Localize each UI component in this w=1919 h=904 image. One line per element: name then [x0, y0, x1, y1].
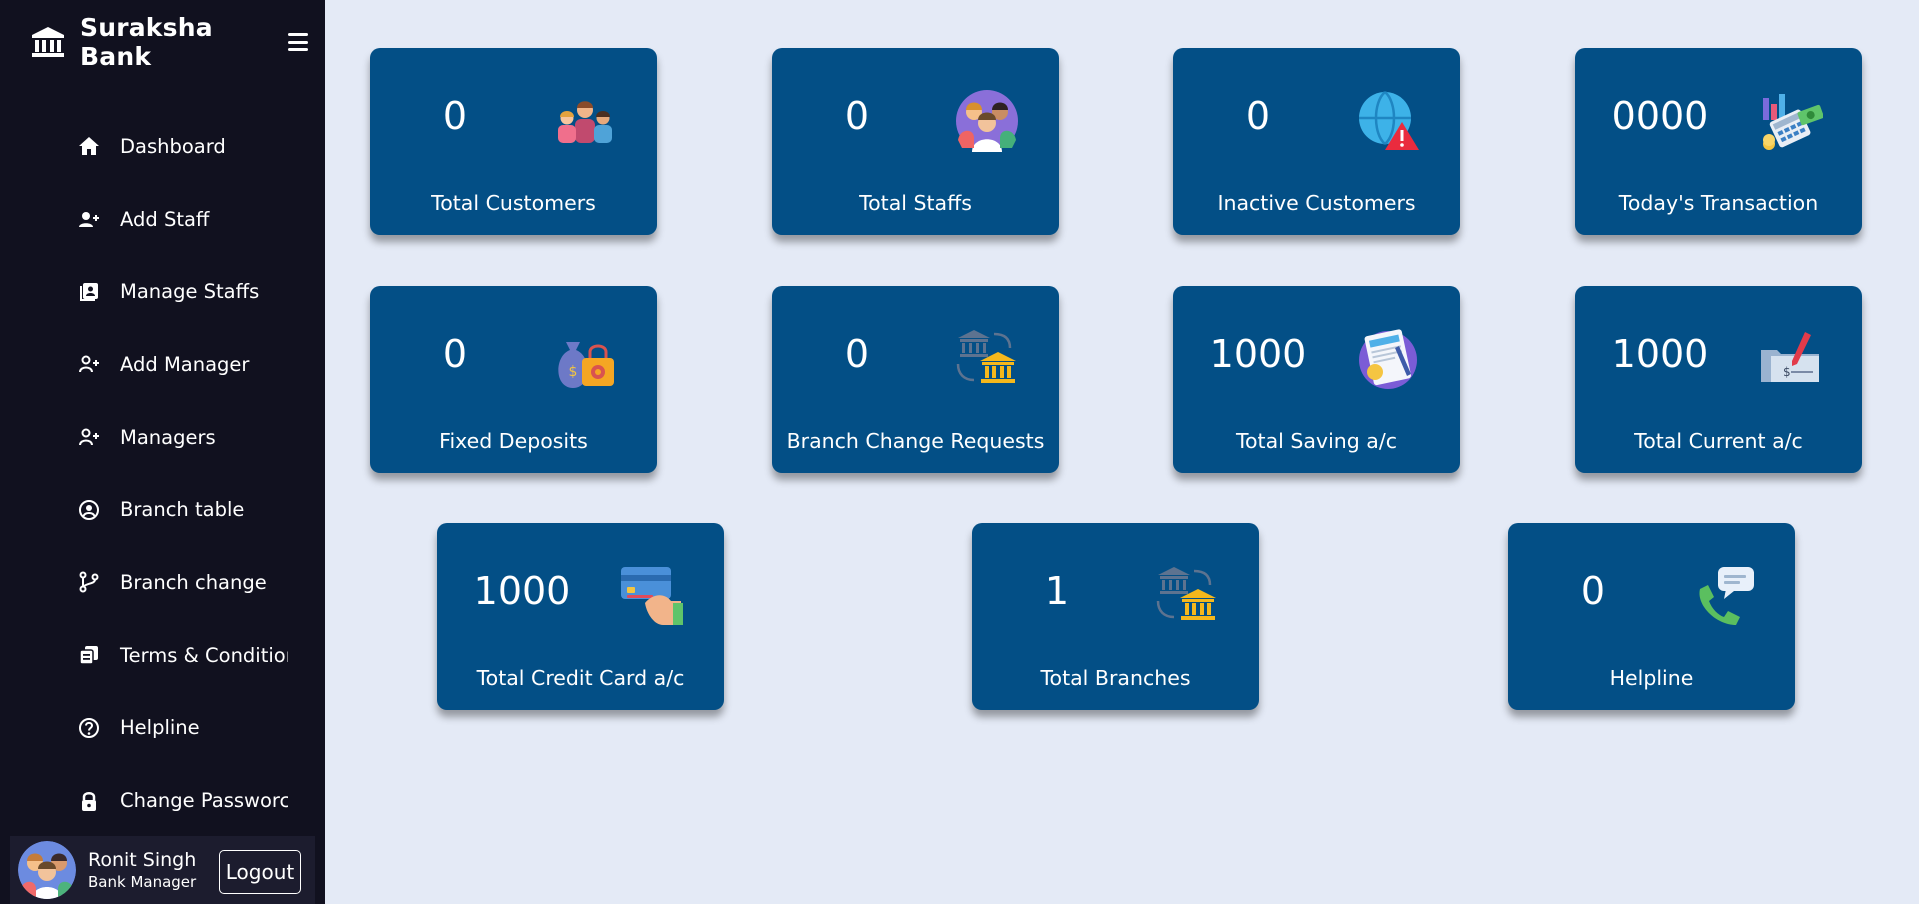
card-total-current[interactable]: 1000 $ Total Current a/c [1575, 286, 1862, 473]
card-todays-transaction[interactable]: 0000 Today's Transaction [1575, 48, 1862, 235]
card-value: 1000 [473, 569, 571, 613]
bank-transfer-icon [954, 326, 1020, 392]
sidebar-item-branch-change[interactable]: Branch change [0, 546, 288, 619]
sidebar-item-label: Add Manager [120, 352, 250, 376]
card-value: 1000 [1611, 332, 1709, 376]
card-value: 0 [1245, 94, 1271, 138]
sidebar-item-dashboard[interactable]: Dashboard [0, 110, 288, 183]
cheque-icon: $ [1757, 326, 1823, 392]
sidebar-item-label: Helpline [120, 716, 200, 740]
credit-card-hand-icon [619, 563, 685, 629]
card-fixed-deposits[interactable]: 0 $ Fixed Deposits [370, 286, 657, 473]
home-icon [78, 135, 100, 157]
svg-text:$: $ [569, 364, 578, 380]
sidebar-item-terms[interactable]: Terms & Conditior [0, 619, 288, 692]
card-label: Total Saving a/c [1235, 429, 1398, 453]
profile-text: Ronit Singh Bank Manager [88, 848, 196, 892]
svg-text:$: $ [1783, 365, 1791, 379]
card-value: 0 [442, 332, 468, 376]
hamburger-menu-icon[interactable] [286, 31, 310, 53]
sidebar-item-add-manager[interactable]: Add Manager [0, 328, 288, 401]
sidebar-item-label: Manage Staffs [120, 280, 260, 304]
sidebar-item-label: Branch change [120, 570, 267, 594]
avatar [18, 841, 76, 899]
profile-name: Ronit Singh [88, 849, 197, 871]
card-label: Total Staffs [859, 191, 972, 215]
branch-icon [78, 571, 100, 593]
card-label: Total Credit Card a/c [476, 666, 685, 690]
card-helpline[interactable]: 0 Helpline [1508, 523, 1795, 710]
card-label: Branch Change Requests [786, 429, 1045, 453]
card-value: 1 [1044, 569, 1070, 613]
card-value: 0 [442, 94, 468, 138]
brand-name: Suraksha Bank [80, 13, 213, 71]
sidebar-item-managers[interactable]: Managers [0, 401, 288, 474]
globe-warning-icon [1355, 88, 1421, 154]
card-label: Total Branches [1040, 666, 1191, 690]
card-label: Total Current a/c [1634, 429, 1803, 453]
savings-document-icon [1355, 326, 1421, 392]
card-label: Fixed Deposits [439, 429, 588, 453]
logout-button[interactable]: Logout [219, 850, 301, 894]
card-value: 0 [844, 94, 870, 138]
sidebar-item-label: Change Passworc [120, 789, 288, 813]
profile-role: Bank Manager [88, 873, 197, 891]
card-label: Helpline [1609, 666, 1694, 690]
sidebar-nav: Dashboard Add Staff Manage Staffs Add Ma… [0, 110, 325, 837]
user-plus-icon [78, 208, 100, 230]
card-value: 1000 [1209, 332, 1307, 376]
card-total-credit-card[interactable]: 1000 Total Credit Card a/c [437, 523, 724, 710]
card-value: 0000 [1611, 94, 1709, 138]
sidebar-item-add-staff[interactable]: Add Staff [0, 183, 288, 256]
card-inactive-customers[interactable]: 0 Inactive Customers [1173, 48, 1460, 235]
sidebar-item-change-password[interactable]: Change Passworc [0, 764, 288, 837]
card-label: Inactive Customers [1217, 191, 1416, 215]
id-badge-icon [78, 281, 100, 303]
card-total-customers[interactable]: 0 Total Customers [370, 48, 657, 235]
user-profile: Ronit Singh Bank Manager Logout [10, 836, 315, 904]
user-plus-icon [78, 353, 100, 375]
sidebar: Suraksha Bank Dashboard Add Staff Manage… [0, 0, 325, 904]
sidebar-item-label: Managers [120, 425, 216, 449]
question-circle-icon [78, 717, 100, 739]
card-value: 0 [844, 332, 870, 376]
sidebar-item-helpline[interactable]: Helpline [0, 692, 288, 765]
user-circle-icon [78, 499, 100, 521]
lock-icon [78, 790, 100, 812]
bank-icon [30, 26, 66, 58]
sidebar-item-label: Dashboard [120, 134, 226, 158]
card-total-branches[interactable]: 1 Total Branches [972, 523, 1259, 710]
sidebar-item-manage-staffs[interactable]: Manage Staffs [0, 255, 288, 328]
sidebar-item-label: Add Staff [120, 207, 210, 231]
card-label: Today's Transaction [1618, 191, 1819, 215]
phone-chat-icon [1690, 563, 1756, 629]
sidebar-item-branch-table[interactable]: Branch table [0, 473, 288, 546]
brand: Suraksha Bank [30, 13, 310, 71]
customers-group-icon [552, 88, 618, 154]
calculator-money-icon [1757, 88, 1824, 154]
user-plus-icon [78, 426, 100, 448]
staff-avatar-icon [954, 88, 1020, 154]
card-label: Total Customers [431, 191, 596, 215]
sidebar-item-label: Terms & Conditior [120, 643, 288, 667]
sidebar-item-label: Branch table [120, 498, 245, 522]
card-branch-change-requests[interactable]: 0 Branch Change Requests [772, 286, 1059, 473]
bank-transfer-icon [1154, 563, 1220, 629]
card-total-staffs[interactable]: 0 Total Staffs [772, 48, 1059, 235]
documents-icon [78, 644, 100, 666]
card-total-saving[interactable]: 1000 Total Saving a/c [1173, 286, 1460, 473]
card-value: 0 [1580, 569, 1606, 613]
money-bag-lock-icon: $ [552, 326, 618, 392]
